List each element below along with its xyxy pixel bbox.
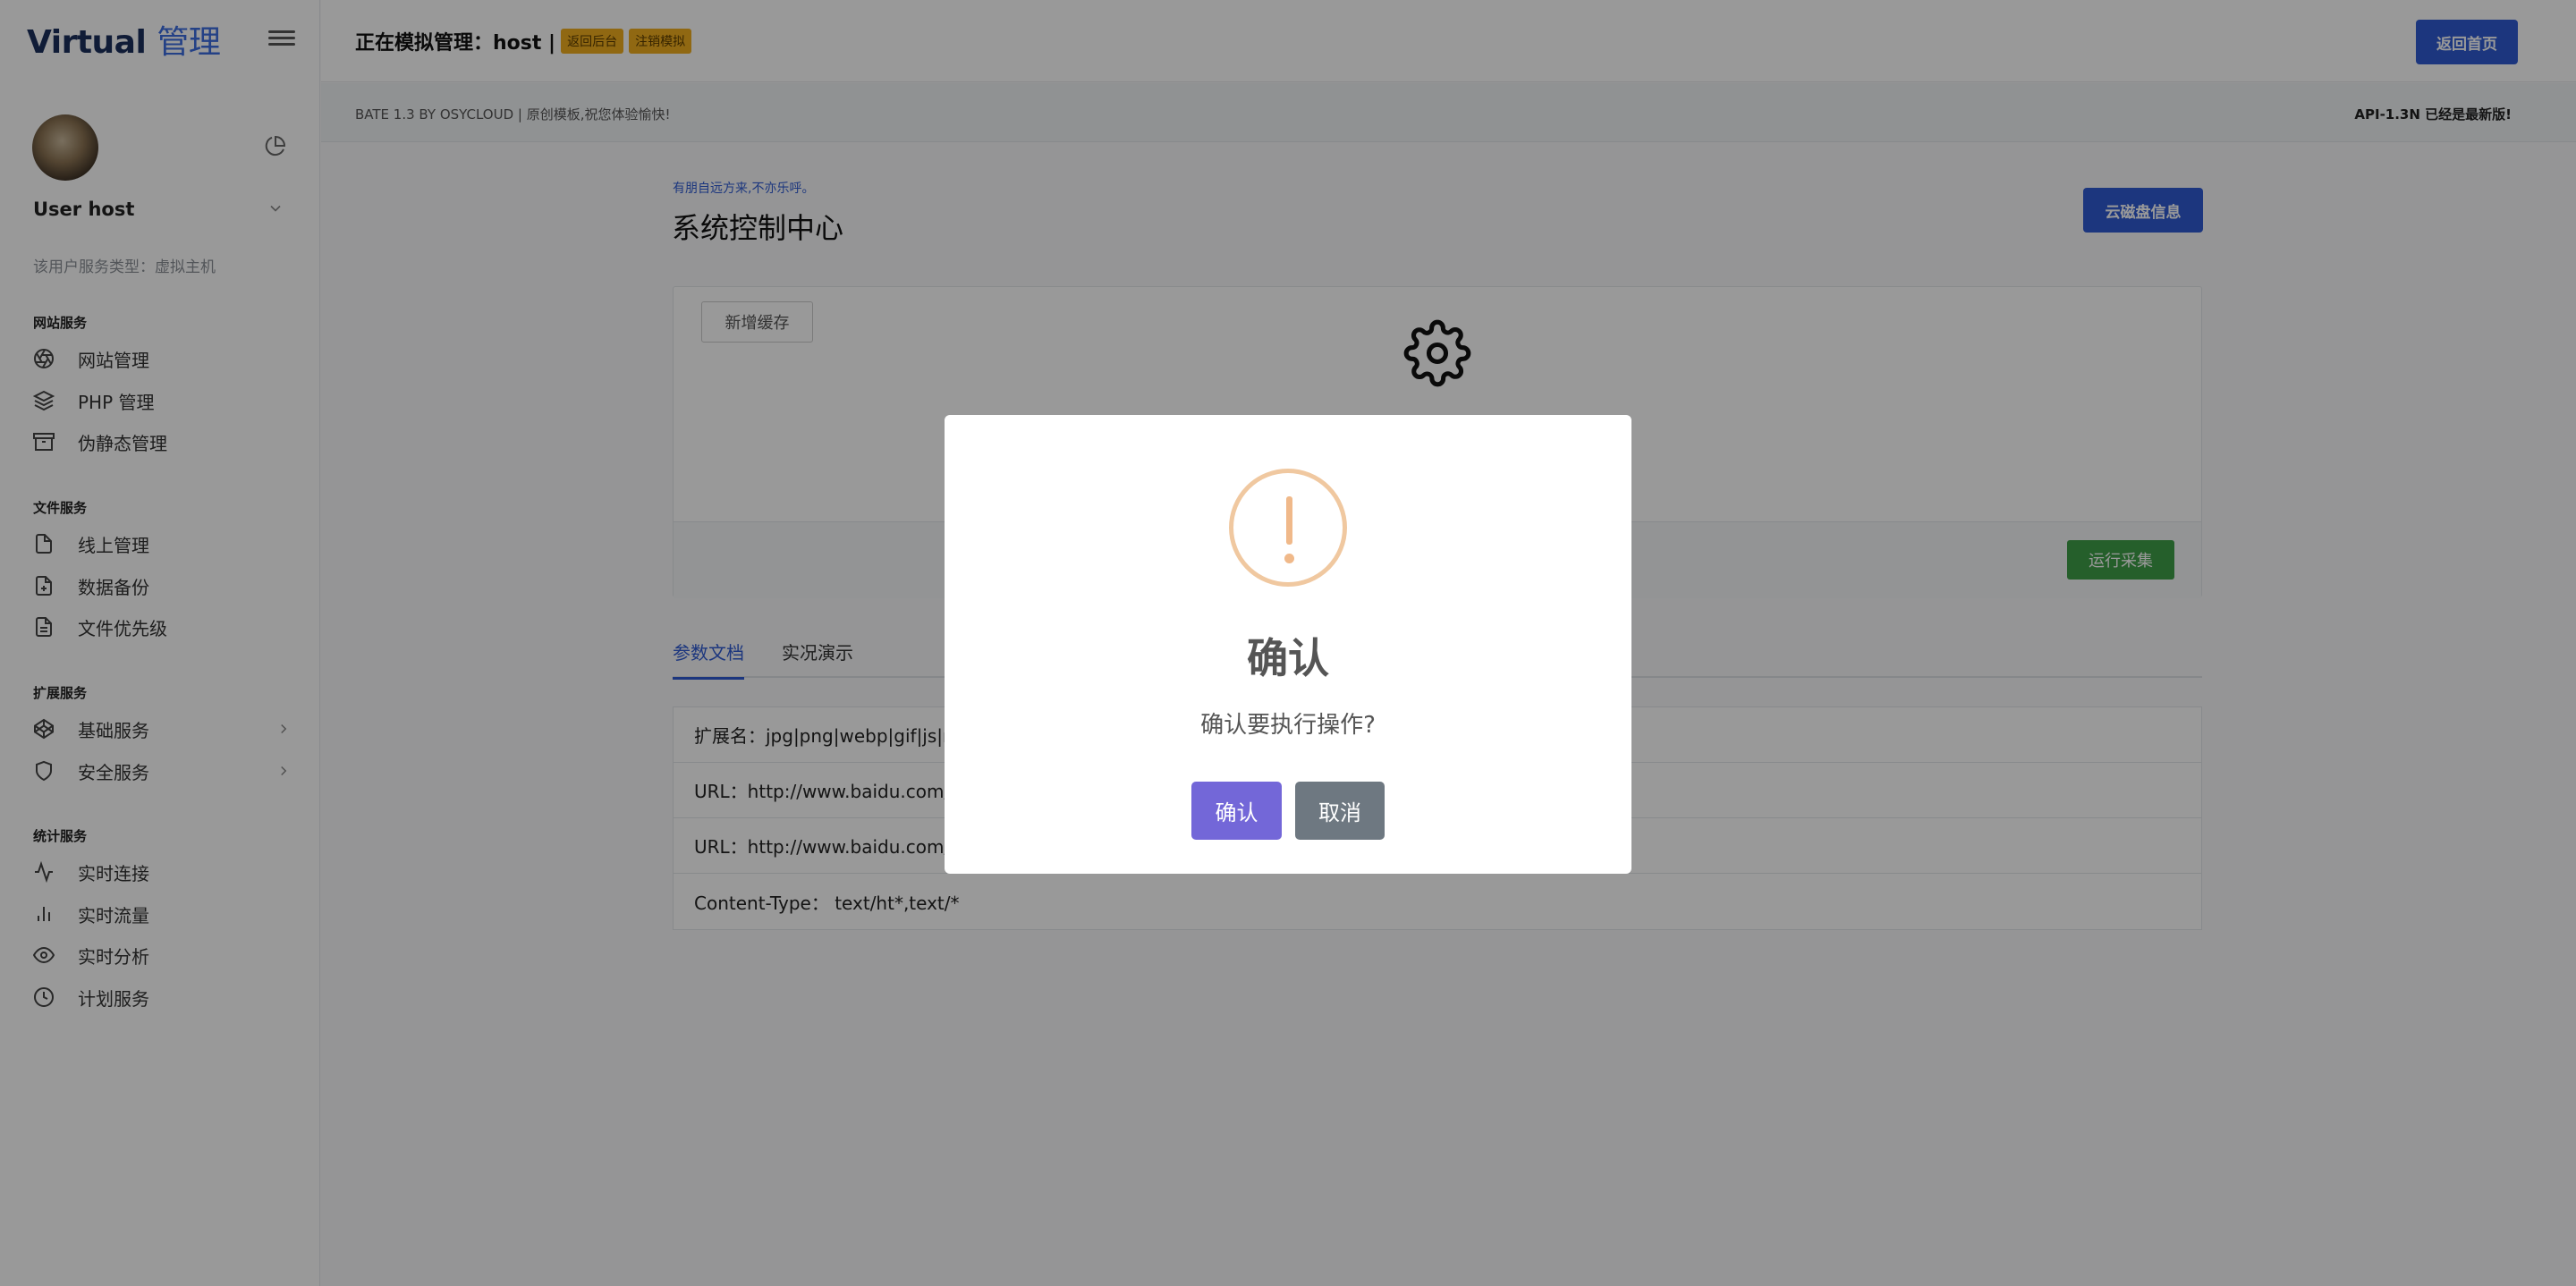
confirm-button[interactable]: 确认	[1191, 782, 1282, 840]
cancel-button[interactable]: 取消	[1295, 782, 1385, 840]
confirm-dialog: 确认 确认要执行操作? 确认 取消	[945, 415, 1631, 874]
dialog-message: 确认要执行操作?	[1200, 712, 1376, 739]
warning-icon	[1229, 469, 1347, 587]
dialog-title: 确认	[1247, 634, 1329, 682]
app-root: Virtual 管理 User host 该用户服务类型：虚拟主机 网站服务 网…	[0, 0, 2576, 1286]
